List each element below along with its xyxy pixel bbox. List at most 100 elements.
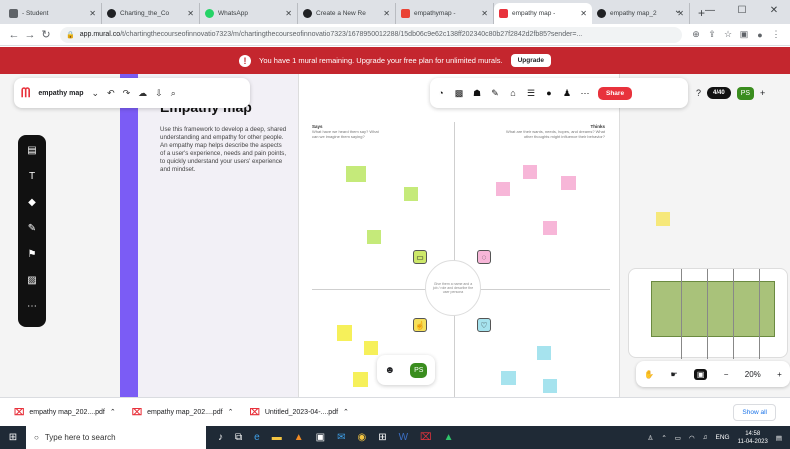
clock[interactable]: 14:58 11-04-2023 — [738, 430, 768, 446]
app-icon[interactable]: ⊞ — [378, 432, 386, 443]
browser-tab[interactable]: WhatsApp ✕ — [200, 3, 298, 24]
close-icon[interactable]: ✕ — [580, 9, 587, 18]
add-collaborator-icon[interactable]: + — [760, 88, 765, 98]
undo-icon[interactable]: ↶ — [107, 88, 115, 99]
sticky-note[interactable] — [656, 212, 670, 226]
more-tools-icon[interactable]: ⋯ — [27, 301, 37, 313]
side-panel-icon[interactable]: ▣ — [736, 29, 752, 40]
hand-tool-icon[interactable]: ✋ — [644, 370, 654, 379]
vlc-icon[interactable]: ▲ — [294, 432, 304, 443]
close-window-icon[interactable]: ✕ — [758, 0, 790, 20]
mural-logo-icon[interactable]: ᗰ — [21, 85, 30, 101]
download-item[interactable]: ⌧ Untitled_2023-04-....pdf ⌃ — [250, 407, 349, 418]
outline-icon[interactable]: ☰ — [526, 88, 536, 99]
browser-tab[interactable]: empathymap - ✕ — [396, 3, 494, 24]
chat-icon[interactable]: ▩ — [454, 88, 464, 99]
sticky-note[interactable] — [501, 371, 516, 385]
chevron-up-icon[interactable]: ⌃ — [110, 408, 116, 416]
board-name[interactable]: empathy map — [38, 90, 83, 97]
notification-icon[interactable]: ▤ — [776, 434, 782, 442]
text-tool-icon[interactable]: T — [29, 171, 35, 183]
sticky-note[interactable] — [537, 346, 551, 360]
frameworks-tool-icon[interactable]: ⚑ — [28, 249, 37, 261]
minimize-icon[interactable]: — — [694, 0, 726, 20]
people-icon[interactable]: ♙ — [648, 434, 654, 442]
bookmark-star-icon[interactable]: ☆ — [720, 29, 736, 40]
sticky-note[interactable] — [543, 221, 557, 235]
language-indicator[interactable]: ENG — [716, 434, 730, 441]
sticky-note-tool-icon[interactable]: ▤ — [27, 145, 36, 157]
chevron-up-icon[interactable]: ⌃ — [228, 408, 234, 416]
comments-icon[interactable]: ● — [544, 88, 554, 98]
participants-badge[interactable]: 4/40 — [707, 87, 731, 99]
word-icon[interactable]: W — [399, 432, 408, 443]
tab-search-icon[interactable]: ⌄ — [662, 0, 694, 20]
close-icon[interactable]: ✕ — [383, 9, 390, 18]
user-avatar[interactable]: PS — [410, 362, 428, 378]
windows-start-icon[interactable]: ⊞ — [0, 432, 26, 443]
empathy-map-board[interactable] — [298, 74, 620, 397]
zoom-level[interactable]: 20% — [745, 370, 761, 379]
persona-circle[interactable]: Give them a name and a job / role and de… — [425, 260, 481, 316]
close-icon[interactable]: ✕ — [285, 9, 292, 18]
url-input[interactable]: 🔒 app.mural.co/t/chartingthecourseofinno… — [60, 26, 682, 43]
lock-board-icon[interactable]: ⌂ — [508, 88, 518, 98]
user-avatar[interactable]: PS — [736, 86, 755, 100]
sticky-note[interactable] — [404, 187, 418, 201]
browser-tab[interactable]: - Student ✕ — [4, 3, 102, 24]
app-triangle-icon[interactable]: ▲ — [444, 432, 454, 443]
more-icon[interactable]: ⋯ — [580, 88, 590, 99]
back-icon[interactable]: ← — [6, 29, 22, 41]
draw-tool-icon[interactable]: ✎ — [28, 223, 36, 235]
battery-icon[interactable]: ▭ — [675, 434, 681, 442]
mail-icon[interactable]: ✉ — [337, 432, 345, 443]
wifi-icon[interactable]: ◠ — [689, 434, 695, 442]
sticky-note[interactable] — [337, 325, 352, 341]
browser-tab-active[interactable]: empathy map - ✕ — [494, 3, 592, 24]
cloud-icon[interactable]: ☁ — [138, 88, 147, 99]
share-page-icon[interactable]: ⇪ — [704, 29, 720, 40]
sticky-note[interactable] — [496, 182, 510, 196]
minimap-toggle-icon[interactable]: ▣ — [693, 368, 708, 380]
maximize-icon[interactable]: ☐ — [726, 0, 758, 20]
search-icon[interactable]: ⌕ — [171, 88, 176, 99]
celebrate-icon[interactable]: ✎ — [490, 88, 500, 99]
forward-icon[interactable]: → — [22, 29, 38, 41]
voting-icon[interactable]: ☗ — [472, 88, 482, 99]
chevron-down-icon[interactable]: ⌄ — [92, 88, 100, 99]
install-icon[interactable]: ⊕ — [688, 29, 704, 40]
emoji-icon[interactable]: ☻ — [385, 365, 396, 376]
image-tool-icon[interactable]: ▨ — [27, 275, 36, 287]
profile-avatar-icon[interactable]: ● — [752, 30, 768, 40]
share-button[interactable]: Share — [598, 86, 633, 100]
minimap[interactable] — [628, 268, 788, 359]
timer-icon[interactable]: ◔ — [436, 88, 446, 98]
zoom-out-button[interactable]: − — [724, 370, 729, 379]
close-icon[interactable]: ✕ — [89, 9, 96, 18]
close-icon[interactable]: ✕ — [187, 9, 194, 18]
export-icon[interactable]: ⇩ — [155, 88, 163, 99]
edge-icon[interactable]: e — [254, 432, 260, 443]
task-view-icon[interactable]: ⧉ — [235, 432, 242, 443]
sticky-note[interactable] — [543, 379, 557, 393]
browser-tab[interactable]: Create a New Re ✕ — [298, 3, 396, 24]
chevron-up-icon[interactable]: ⌃ — [343, 408, 349, 416]
tray-chevron-icon[interactable]: ⌃ — [661, 434, 666, 442]
select-tool-icon[interactable]: ☛ — [670, 370, 677, 379]
sticky-note[interactable] — [353, 372, 368, 387]
mic-icon[interactable]: ♪ — [218, 432, 223, 443]
chrome-icon[interactable]: ◉ — [357, 432, 366, 443]
zoom-in-button[interactable]: + — [777, 370, 782, 379]
help-icon[interactable]: ? — [696, 88, 701, 98]
sticky-note[interactable] — [364, 341, 378, 355]
acrobat-icon[interactable]: ⌧ — [420, 432, 432, 443]
sticky-note[interactable] — [367, 230, 381, 244]
shapes-tool-icon[interactable]: ◆ — [28, 197, 36, 209]
redo-icon[interactable]: ↷ — [123, 88, 131, 99]
reload-icon[interactable]: ↻ — [38, 28, 54, 41]
members-icon[interactable]: ♟ — [562, 88, 572, 99]
download-item[interactable]: ⌧ empathy map_202....pdf ⌃ — [132, 407, 234, 418]
browser-menu-icon[interactable]: ⋮ — [768, 29, 784, 40]
volume-icon[interactable]: ♫ — [703, 434, 708, 441]
close-icon[interactable]: ✕ — [481, 9, 488, 18]
